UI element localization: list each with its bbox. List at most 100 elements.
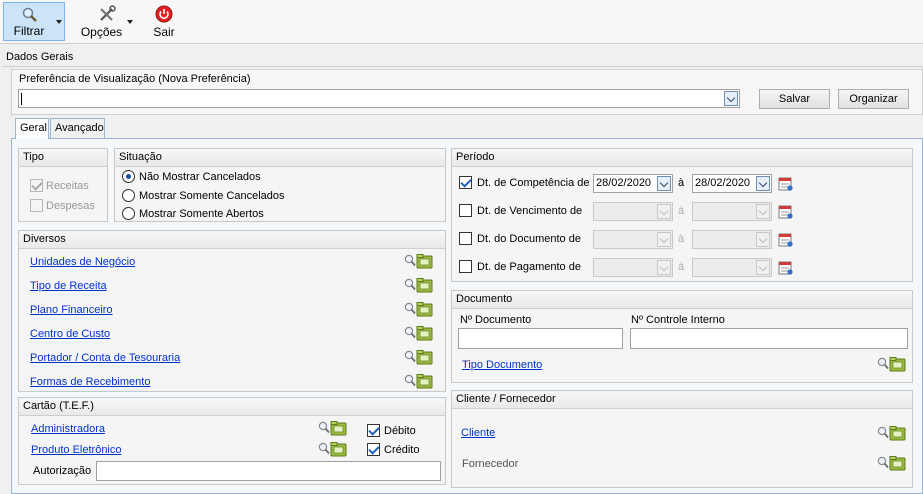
calendar-icon[interactable] (778, 260, 793, 275)
periodo-checkbox[interactable] (459, 176, 472, 189)
search-folder-icon[interactable] (403, 301, 433, 317)
exit-label: Sair (153, 25, 175, 39)
power-icon (155, 5, 173, 23)
situacao-title: Situação (115, 149, 445, 167)
search-folder-icon[interactable] (403, 349, 433, 365)
credito-checkbox[interactable] (367, 443, 380, 456)
date-value: 28/02/2020 (596, 177, 652, 189)
despesas-checkbox[interactable] (30, 199, 43, 212)
credito-label: Crédito (384, 444, 420, 456)
debito-label: Débito (384, 425, 416, 437)
periodo-from-date[interactable] (593, 202, 673, 221)
options-button[interactable]: Opções (78, 2, 133, 41)
cliente-title: Cliente / Fornecedor (452, 391, 912, 409)
radio-label: Mostrar Somente Cancelados (139, 190, 285, 202)
filter-label: Filtrar (13, 24, 45, 38)
diversos-link[interactable]: Tipo de Receita (30, 280, 107, 292)
preference-label: Preferência de Visualização (Nova Prefer… (19, 73, 251, 85)
options-label: Opções (80, 25, 123, 39)
date-dropdown-button[interactable] (756, 204, 770, 219)
cartao-title: Cartão (T.E.F.) (19, 398, 445, 416)
periodo-checkbox[interactable] (459, 232, 472, 245)
periodo-to-date[interactable] (692, 202, 772, 221)
radio-somente-cancelados[interactable] (122, 189, 135, 202)
tipo-title: Tipo (19, 149, 107, 167)
despesas-label: Despesas (46, 200, 95, 212)
preference-dropdown-button[interactable] (724, 91, 738, 106)
toolbar: Filtrar Opções Sair (0, 0, 923, 44)
search-folder-icon[interactable] (876, 425, 906, 441)
periodo-from-date[interactable] (593, 258, 673, 277)
divider (2, 66, 923, 67)
autorizacao-input[interactable] (96, 461, 441, 481)
cliente-group: Cliente / Fornecedor (451, 390, 913, 488)
date-value: 28/02/2020 (695, 177, 751, 189)
date-separator: à (678, 261, 685, 273)
periodo-to-date[interactable] (692, 230, 772, 249)
documento-title: Documento (452, 291, 912, 309)
radio-nao-mostrar-cancelados[interactable] (122, 170, 135, 183)
filter-dropdown-button[interactable] (54, 2, 65, 41)
autorizacao-label: Autorização (33, 465, 92, 477)
magnifier-icon (22, 7, 37, 22)
search-folder-icon[interactable] (317, 420, 347, 436)
diversos-link[interactable]: Plano Financeiro (30, 304, 113, 316)
diversos-link[interactable]: Centro de Custo (30, 328, 110, 340)
periodo-from-date[interactable]: 28/02/2020 (593, 174, 673, 193)
date-dropdown-button[interactable] (756, 260, 770, 275)
periodo-checkbox[interactable] (459, 204, 472, 217)
section-title: Dados Gerais (6, 51, 74, 63)
produto-eletronico-link[interactable]: Produto Eletrônico (31, 444, 122, 456)
periodo-from-date[interactable] (593, 230, 673, 249)
save-button[interactable]: Salvar (759, 89, 830, 109)
periodo-checkbox[interactable] (459, 260, 472, 273)
periodo-to-date[interactable] (692, 258, 772, 277)
date-dropdown-button[interactable] (657, 232, 671, 247)
search-folder-icon[interactable] (876, 455, 906, 471)
date-dropdown-button[interactable] (756, 232, 770, 247)
tab-avancado[interactable]: Avançado (50, 118, 105, 138)
num-documento-input[interactable] (458, 328, 623, 349)
controle-interno-input[interactable] (630, 328, 908, 349)
calendar-icon[interactable] (778, 176, 793, 191)
search-folder-icon[interactable] (403, 253, 433, 269)
radio-label: Não Mostrar Cancelados (139, 171, 261, 183)
calendar-icon[interactable] (778, 204, 793, 219)
preference-select[interactable] (18, 89, 740, 108)
date-dropdown-button[interactable] (657, 260, 671, 275)
search-folder-icon[interactable] (403, 373, 433, 389)
radio-label: Mostrar Somente Abertos (139, 208, 264, 220)
search-folder-icon[interactable] (876, 356, 906, 372)
periodo-label: Dt. de Pagamento de (477, 261, 581, 273)
receitas-checkbox[interactable] (30, 179, 43, 192)
text-caret (21, 93, 22, 105)
organize-button[interactable]: Organizar (838, 89, 909, 109)
exit-button[interactable]: Sair (145, 2, 183, 41)
search-folder-icon[interactable] (317, 441, 347, 457)
diversos-link[interactable]: Portador / Conta de Tesouraria (30, 352, 180, 364)
date-dropdown-button[interactable] (657, 204, 671, 219)
administradora-link[interactable]: Administradora (31, 423, 105, 435)
tipo-documento-link[interactable]: Tipo Documento (462, 359, 542, 371)
periodo-to-date[interactable]: 28/02/2020 (692, 174, 772, 193)
debito-checkbox[interactable] (367, 424, 380, 437)
fornecedor-label: Fornecedor (462, 458, 519, 470)
chevron-down-icon (127, 20, 133, 24)
diversos-title: Diversos (19, 231, 445, 249)
cliente-link[interactable]: Cliente (461, 427, 495, 439)
calendar-icon[interactable] (778, 232, 793, 247)
tab-geral[interactable]: Geral (15, 118, 49, 139)
periodo-label: Dt. de Vencimento de (477, 205, 583, 217)
diversos-link[interactable]: Formas de Recebimento (30, 376, 150, 388)
search-folder-icon[interactable] (403, 277, 433, 293)
search-folder-icon[interactable] (403, 325, 433, 341)
radio-somente-abertos[interactable] (122, 207, 135, 220)
controle-interno-label: Nº Controle Interno (631, 314, 725, 326)
chevron-down-icon (56, 20, 62, 24)
filter-button[interactable]: Filtrar (3, 2, 55, 41)
diversos-link[interactable]: Unidades de Negócio (30, 256, 135, 268)
date-dropdown-button[interactable] (756, 176, 770, 191)
periodo-label: Dt. de Competência de (477, 177, 590, 189)
date-separator: à (678, 177, 685, 189)
date-dropdown-button[interactable] (657, 176, 671, 191)
